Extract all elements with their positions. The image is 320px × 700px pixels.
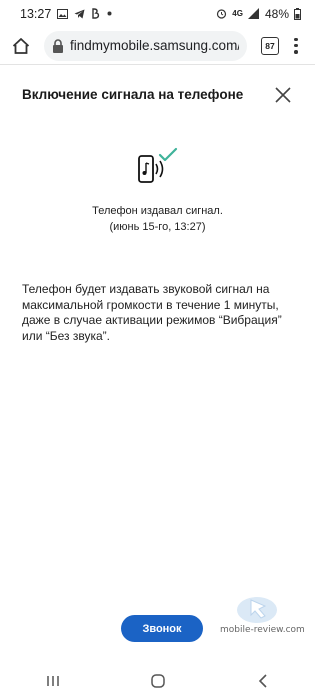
navigation-bar xyxy=(0,662,315,700)
ring-status: Телефон издавал сигнал. xyxy=(92,205,223,217)
image-icon xyxy=(57,8,69,19)
ring-button[interactable]: Звонок xyxy=(121,615,203,642)
status-right: 4G 48% xyxy=(216,7,301,21)
address-bar[interactable]: findmymobile.samsung.com/# xyxy=(44,30,247,61)
tabs-button[interactable]: 87 xyxy=(261,36,279,55)
watermark-text: mobile-review.com xyxy=(220,625,305,635)
signal-icon xyxy=(247,8,260,19)
lock-icon xyxy=(53,38,63,53)
back-icon[interactable] xyxy=(248,666,278,696)
home-icon[interactable] xyxy=(10,35,32,57)
home-nav-icon[interactable] xyxy=(143,666,173,696)
status-left: 13:27 xyxy=(20,7,112,21)
ring-timestamp: (июнь 15-го, 13:27) xyxy=(109,221,206,233)
status-time: 13:27 xyxy=(20,6,52,21)
close-icon[interactable] xyxy=(274,86,292,104)
vk-icon xyxy=(91,8,101,19)
recent-apps-icon[interactable] xyxy=(38,666,68,696)
dot-icon xyxy=(107,11,112,16)
phone-ring-icon xyxy=(138,147,178,183)
telegram-icon xyxy=(74,9,85,19)
browser-toolbar: findmymobile.samsung.com/# 87 xyxy=(0,27,315,65)
network-type: 4G xyxy=(232,9,243,18)
overflow-menu-icon[interactable] xyxy=(291,36,301,56)
status-bar: 13:27 4G 48% xyxy=(0,0,315,27)
battery-percent: 48% xyxy=(264,6,289,21)
battery-icon xyxy=(294,7,301,20)
alarm-icon xyxy=(216,8,227,19)
dialog-title: Включение сигнала на телефоне xyxy=(22,87,244,102)
url-text: findmymobile.samsung.com/# xyxy=(70,38,239,53)
ring-description: Телефон будет издавать звуковой сигнал н… xyxy=(22,282,282,343)
